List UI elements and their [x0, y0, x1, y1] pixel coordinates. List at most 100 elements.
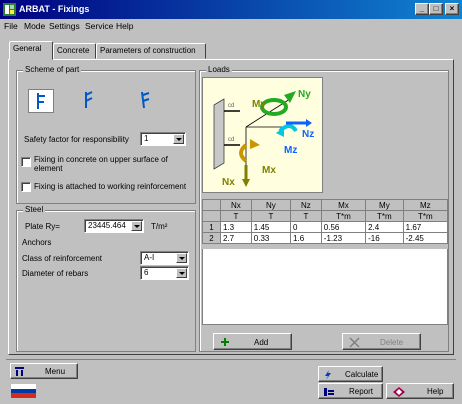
- tab-parameters-of-construction[interactable]: Parameters of construction: [96, 43, 206, 59]
- table-empty-area[interactable]: [202, 249, 448, 325]
- delete-button[interactable]: Delete: [342, 333, 421, 350]
- calculate-button[interactable]: Calculate: [318, 366, 383, 382]
- calculate-label: Calculate: [345, 370, 379, 379]
- window-title: ARBAT - Fixings: [19, 4, 90, 14]
- tab-concrete[interactable]: Concrete: [53, 43, 96, 59]
- table-cell[interactable]: 2.4: [365, 221, 404, 233]
- scheme-1-icon: [37, 93, 45, 109]
- safety-factor-label: Safety factor for responsibility: [24, 135, 129, 144]
- chevron-down-icon[interactable]: [176, 268, 187, 278]
- table-cell[interactable]: -16: [365, 232, 404, 244]
- menu-button[interactable]: Menu: [10, 363, 78, 379]
- fixing-reinforcement-checkbox[interactable]: [21, 182, 31, 192]
- scheme-2-button[interactable]: [77, 89, 103, 113]
- chevron-down-icon[interactable]: [131, 221, 142, 231]
- unit-mx: T*m: [320, 210, 367, 222]
- steel-group: Steel Plate Ry= 23445.464 T/m² Anchors C…: [16, 205, 196, 352]
- table-cell[interactable]: 1.67: [402, 221, 449, 233]
- table-cell[interactable]: 1.3: [220, 221, 252, 233]
- loads-diagram: cd cd My Ny Nz Mz Nx Mx: [202, 77, 323, 193]
- fixing-upper-surface-label: Fixing in concrete on upper surface of e…: [34, 155, 168, 173]
- close-icon: ×: [449, 4, 455, 13]
- add-label: Add: [254, 338, 269, 347]
- safety-factor-select[interactable]: 1: [140, 132, 186, 146]
- plate-unit: T/m²: [151, 222, 168, 231]
- steel-title: Steel: [23, 205, 46, 214]
- loads-group: Loads cd cd My Ny Nz Mz Nx Mx Nx Ny Nz M…: [199, 65, 449, 352]
- class-of-reinforcement-select[interactable]: A-I: [140, 251, 189, 265]
- menu-service[interactable]: Service: [85, 21, 113, 31]
- fixing-upper-surface-checkbox[interactable]: [21, 157, 31, 167]
- row-number[interactable]: 1: [202, 221, 221, 233]
- diameter-of-rebars-value: 6: [144, 268, 149, 277]
- help-label: Help: [427, 387, 444, 396]
- table-cell[interactable]: -2.45: [402, 232, 449, 244]
- report-button[interactable]: Report: [318, 383, 383, 399]
- table-row[interactable]: 1 1.3 1.45 0 0.56 2.4 1.67: [202, 221, 449, 233]
- report-icon: [324, 388, 334, 396]
- column-header-nx: Nx: [220, 199, 252, 211]
- unit-ny: T: [250, 210, 292, 222]
- column-header-nz: Nz: [290, 199, 322, 211]
- column-header-my: My: [365, 199, 404, 211]
- table-corner-units: [202, 210, 221, 222]
- maximize-button[interactable]: □: [429, 3, 443, 15]
- column-header-mz: Mz: [402, 199, 449, 211]
- loads-title: Loads: [206, 65, 232, 74]
- minimize-icon: _: [419, 4, 425, 13]
- chevron-down-icon[interactable]: [173, 134, 184, 144]
- diagram-label-ny: Ny: [298, 89, 311, 100]
- anchors-label: Anchors: [22, 238, 52, 247]
- scheme-of-part-group: Scheme of part Safety factor for respons…: [16, 65, 196, 204]
- menu-icon: [15, 367, 24, 376]
- column-header-ny: Ny: [250, 199, 292, 211]
- table-cell[interactable]: 0.56: [320, 221, 367, 233]
- add-button[interactable]: Add: [213, 333, 292, 350]
- scheme-1-button[interactable]: [28, 89, 54, 113]
- scheme-2-icon: [85, 91, 93, 108]
- delete-x-icon: [349, 337, 360, 348]
- unit-nx: T: [220, 210, 252, 222]
- loads-table: Nx Ny Nz Mx My Mz T T T T*m T*m T*m 1 1.…: [202, 199, 449, 244]
- table-cell[interactable]: 1.6: [290, 232, 322, 244]
- menu-settings[interactable]: Settings: [49, 21, 80, 31]
- menu-mode[interactable]: Mode: [24, 21, 45, 31]
- table-cell[interactable]: 0.33: [250, 232, 292, 244]
- plus-icon: [221, 338, 229, 346]
- scheme-3-button[interactable]: [133, 89, 159, 113]
- diagram-label-my: My: [252, 99, 266, 110]
- delete-label: Delete: [380, 338, 404, 347]
- chevron-down-icon[interactable]: [176, 253, 187, 263]
- diagram-label-nx: Nx: [222, 177, 235, 188]
- diagram-label-mx: Mx: [262, 165, 276, 176]
- bottom-divider: [6, 359, 456, 360]
- table-cell[interactable]: 0: [290, 221, 322, 233]
- language-flag-icon[interactable]: [11, 384, 36, 398]
- table-cell[interactable]: 2.7: [220, 232, 252, 244]
- report-label: Report: [349, 387, 374, 396]
- svg-text:cd: cd: [228, 103, 234, 109]
- row-number[interactable]: 2: [202, 232, 221, 244]
- help-button[interactable]: Help: [386, 383, 454, 399]
- plate-ry-select[interactable]: 23445.464: [84, 219, 144, 233]
- diameter-of-rebars-select[interactable]: 6: [140, 266, 189, 280]
- table-cell[interactable]: -1.23: [320, 232, 367, 244]
- minimize-button[interactable]: _: [415, 3, 429, 15]
- close-button[interactable]: ×: [445, 3, 459, 15]
- lightning-icon: [325, 370, 331, 380]
- tab-general[interactable]: General: [9, 41, 53, 60]
- scheme-of-part-title: Scheme of part: [23, 65, 82, 74]
- table-cell[interactable]: 1.45: [250, 221, 292, 233]
- plate-label: Plate Ry=: [25, 222, 60, 231]
- fixing-reinforcement-label: Fixing is attached to working reinforcem…: [34, 182, 187, 191]
- menu-file[interactable]: File: [4, 21, 18, 31]
- maximize-icon: □: [433, 4, 439, 13]
- unit-mz: T*m: [402, 210, 449, 222]
- plate-ry-value: 23445.464: [88, 221, 126, 230]
- diagram-label-nz: Nz: [302, 129, 314, 140]
- menu-help[interactable]: Help: [116, 21, 133, 31]
- class-of-reinforcement-label: Class of reinforcement: [22, 254, 103, 263]
- menu-bar: File Mode Settings Service Help: [0, 20, 462, 34]
- diagram-label-mz: Mz: [284, 145, 297, 156]
- table-row[interactable]: 2 2.7 0.33 1.6 -1.23 -16 -2.45: [202, 232, 449, 244]
